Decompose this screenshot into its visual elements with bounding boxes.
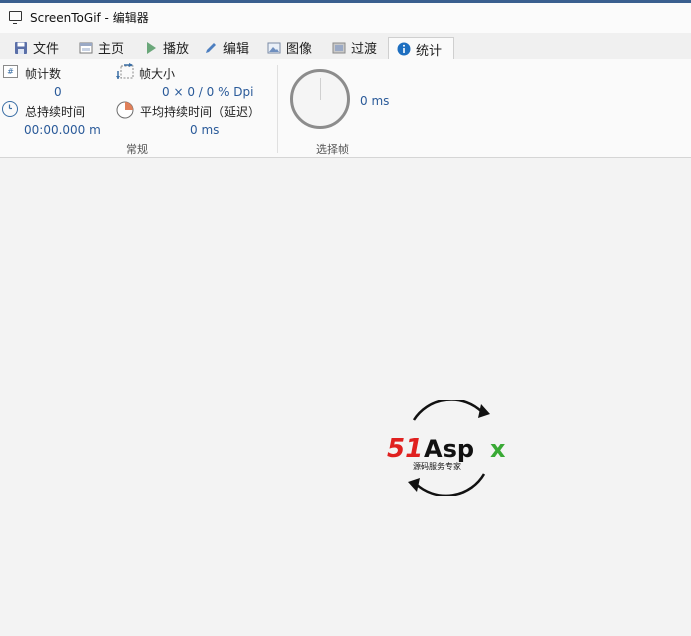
svg-text:Asp: Asp [424,435,474,463]
save-icon [15,41,27,54]
monitor-icon [9,11,22,24]
total-duration-value: 00:00.000 m [24,123,101,137]
play-icon [147,41,156,54]
frame-count-value: 0 [54,85,62,99]
transition-icon [332,42,346,53]
tab-play[interactable]: 播放 [144,37,189,58]
group-separator [277,65,278,153]
svg-text:x: x [490,435,506,463]
image-icon [267,42,281,53]
average-duration-label: 平均持续时间（延迟） [140,105,261,119]
total-duration-label: 总持续时间 [25,105,86,119]
average-duration-value: 0 ms [190,123,220,137]
selected-frame-value: 0 ms [360,94,390,108]
tab-transition[interactable]: 过渡 [332,37,377,58]
title-bar: ScreenToGif - 编辑器 [0,0,691,33]
resize-icon [116,63,134,79]
pencil-icon [206,42,216,53]
51aspx-logo: 51 Asp x 源码服务专家 [387,400,506,496]
group-label-selected-frame: 选择帧 [316,143,349,156]
home-icon [79,42,93,53]
frame-count-label: 帧计数 [25,67,62,81]
tab-file[interactable]: 文件 [14,37,59,58]
svg-text:源码服务专家: 源码服务专家 [413,461,461,471]
tab-label: 播放 [163,42,190,57]
info-icon [397,42,411,56]
tab-edit[interactable]: 编辑 [204,37,249,58]
frame-size-value: 0 × 0 / 0 % Dpi [162,85,254,99]
window-title: ScreenToGif - 编辑器 [30,11,149,25]
ribbon-tabs: 文件 主页 播放 编辑 图像 过渡 统计 [0,33,691,60]
frame-canvas[interactable] [0,158,691,636]
tab-label: 主页 [98,42,125,57]
tab-label: 图像 [286,42,313,57]
group-label-general: 常规 [126,143,148,156]
hash-icon: # [3,65,18,78]
selected-frame-dial [290,69,350,129]
tab-label: 文件 [33,42,60,57]
svg-text:51: 51 [387,434,423,464]
pie-icon [116,101,134,119]
clock-icon [2,101,18,117]
tab-image[interactable]: 图像 [267,37,312,58]
frame-size-label: 帧大小 [139,67,176,81]
tab-label: 统计 [416,43,443,59]
title-band [0,0,691,3]
statistics-ribbon: # 帧计数 0 帧大小 0 × 0 / 0 % Dpi 总持续时间 00:00.… [0,59,691,158]
tab-statistics[interactable]: 统计 [388,37,454,60]
tab-home[interactable]: 主页 [79,37,124,58]
tab-label: 编辑 [223,42,250,57]
tab-label: 过渡 [351,42,378,57]
